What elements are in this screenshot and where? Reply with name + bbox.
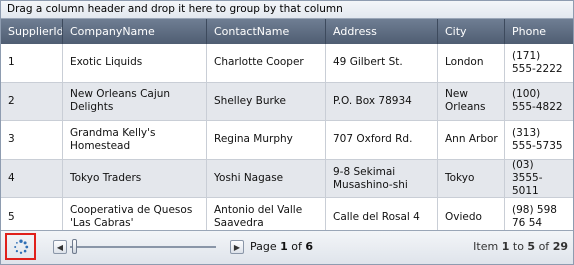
item-label: Item (473, 240, 499, 253)
to-label: to (512, 240, 524, 253)
pager-bar: ◀ ▶ Page 1 of 6 Item 1 to 5 of 29 (1, 230, 573, 264)
cell-contactname: Yoshi Nagase (207, 159, 326, 198)
cell-supplierid: 3 (1, 121, 63, 159)
refresh-button[interactable] (5, 233, 36, 260)
of-label: of (291, 240, 302, 253)
item-range-indicator: Item 1 to 5 of 29 (473, 240, 568, 253)
data-grid: Drag a column header and drop it here to… (0, 0, 574, 265)
next-page-button[interactable]: ▶ (230, 240, 244, 254)
cell-contactname: Shelley Burke (207, 82, 326, 121)
cell-phone: (03) 3555-5011 (512, 159, 543, 198)
cell-companyname: Grandma Kelly's Homestead (63, 121, 207, 159)
previous-page-button[interactable]: ◀ (53, 240, 67, 254)
cell-contactname: Regina Murphy (207, 121, 326, 159)
total-pages: 6 (305, 240, 314, 253)
cell-contactname: Charlotte Cooper (207, 44, 326, 82)
item-to: 5 (527, 240, 536, 253)
column-header-address[interactable]: Address (326, 19, 438, 44)
column-header-phone[interactable]: Phone (505, 19, 573, 44)
table-body: 1 Exotic Liquids Charlotte Cooper 49 Gil… (1, 44, 573, 237)
cell-phone: (313) 555-5735 (512, 126, 563, 152)
cell-city: Ann Arbor (438, 121, 505, 159)
group-panel[interactable]: Drag a column header and drop it here to… (1, 1, 573, 19)
item-from: 1 (501, 240, 510, 253)
page-slider-track[interactable] (70, 246, 216, 248)
of-label: of (538, 240, 550, 253)
table-row[interactable]: 3 Grandma Kelly's Homestead Regina Murph… (1, 121, 573, 160)
cell-city: New Orleans (438, 82, 505, 121)
page-indicator: Page 1 of 6 (250, 240, 313, 253)
page-label: Page (250, 240, 277, 253)
cell-companyname: Exotic Liquids (63, 44, 207, 82)
current-page: 1 (280, 240, 288, 253)
cell-address: 707 Oxford Rd. (326, 121, 438, 159)
cell-city: London (438, 44, 505, 82)
cell-supplierid: 1 (1, 44, 63, 82)
cell-supplierid: 4 (1, 159, 63, 198)
table-row[interactable]: 4 Tokyo Traders Yoshi Nagase 9-8 Sekimai… (1, 159, 573, 199)
column-header-contactname[interactable]: ContactName (207, 19, 326, 44)
cell-companyname: New Orleans Cajun Delights (63, 82, 207, 121)
header-row: SupplierId CompanyName ContactName Addre… (1, 19, 573, 44)
refresh-icon (13, 239, 28, 254)
group-panel-hint: Drag a column header and drop it here to… (7, 3, 343, 15)
cell-companyname: Tokyo Traders (63, 159, 207, 198)
cell-address: P.O. Box 78934 (326, 82, 438, 121)
chevron-right-icon: ▶ (233, 242, 241, 252)
total-items: 29 (552, 240, 568, 253)
cell-city: Tokyo (438, 159, 505, 198)
column-header-supplierid[interactable]: SupplierId (1, 19, 63, 44)
column-header-companyname[interactable]: CompanyName (63, 19, 207, 44)
cell-supplierid: 2 (1, 82, 63, 121)
page-slider-thumb[interactable] (72, 239, 77, 254)
cell-address: 49 Gilbert St. (326, 44, 438, 82)
chevron-left-icon: ◀ (56, 242, 64, 252)
column-header-city[interactable]: City (438, 19, 505, 44)
table-row[interactable]: 2 New Orleans Cajun Delights Shelley Bur… (1, 82, 573, 122)
table-row[interactable]: 1 Exotic Liquids Charlotte Cooper 49 Gil… (1, 44, 573, 83)
cell-address: 9-8 Sekimai Musashino-shi (326, 159, 438, 198)
cell-phone: (100) 555-4822 (512, 88, 563, 114)
cell-phone: (171) 555-2222 (512, 49, 563, 75)
